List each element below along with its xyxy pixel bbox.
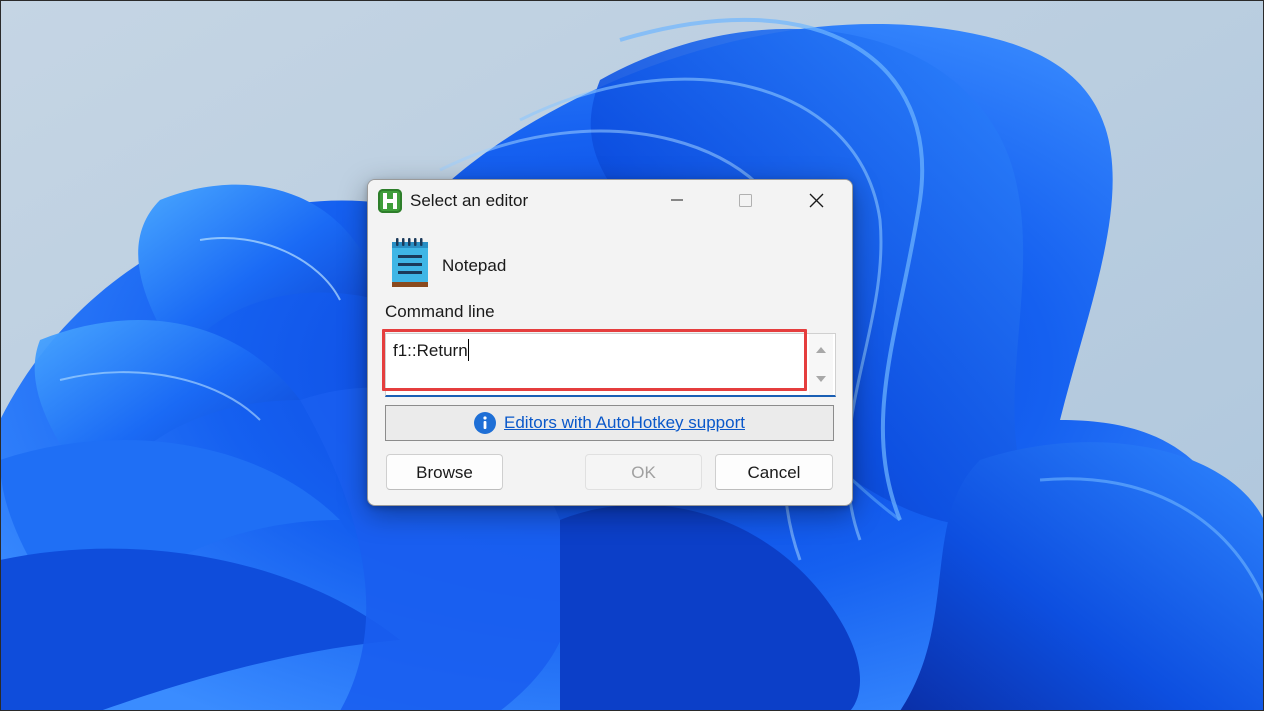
- autohotkey-icon: [378, 189, 402, 213]
- minimize-button[interactable]: [654, 180, 700, 220]
- scroll-up-icon: [816, 347, 826, 353]
- command-line-input[interactable]: [393, 340, 793, 385]
- info-icon: [474, 412, 497, 434]
- desktop: Select an editor Notepad Command line f1…: [0, 0, 1264, 711]
- close-icon: [809, 193, 824, 208]
- scroll-down-button[interactable]: [809, 369, 833, 389]
- scroll-down-icon: [816, 376, 826, 382]
- cancel-button[interactable]: Cancel: [715, 454, 833, 490]
- maximize-icon: [739, 194, 752, 207]
- editors-support-bar[interactable]: Editors with AutoHotkey support: [385, 405, 834, 441]
- command-line-box[interactable]: [385, 333, 836, 397]
- command-line-scrollbar[interactable]: [809, 334, 833, 395]
- text-caret: [468, 339, 469, 361]
- command-line-label: Command line: [385, 302, 495, 321]
- dialog-title: Select an editor: [410, 191, 529, 210]
- notepad-icon: [390, 238, 430, 288]
- ok-button[interactable]: OK: [585, 454, 702, 490]
- minimize-icon: [671, 199, 683, 201]
- select-editor-dialog: Select an editor Notepad Command line f1…: [367, 179, 853, 506]
- title-bar[interactable]: Select an editor: [368, 180, 852, 222]
- browse-button[interactable]: Browse: [386, 454, 503, 490]
- editors-support-link[interactable]: Editors with AutoHotkey support: [504, 413, 745, 433]
- maximize-button[interactable]: [722, 180, 768, 220]
- editor-name: Notepad: [442, 256, 507, 275]
- scroll-up-button[interactable]: [809, 340, 833, 360]
- close-button[interactable]: [793, 180, 839, 220]
